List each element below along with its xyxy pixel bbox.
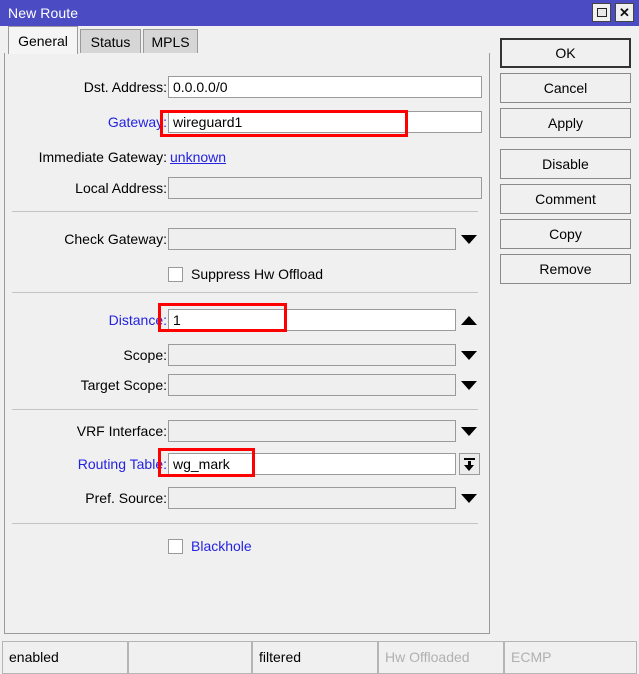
action-button-column: OK Cancel Apply Disable Comment Copy Rem… — [500, 38, 631, 289]
maximize-icon[interactable] — [592, 3, 611, 22]
distance-label: Distance: — [108, 312, 167, 328]
separator-1 — [12, 211, 478, 212]
disable-button[interactable]: Disable — [500, 149, 631, 179]
row-immediate-gateway: Immediate Gateway: unknown — [5, 146, 485, 168]
close-icon[interactable]: ✕ — [615, 3, 634, 22]
close-glyph: ✕ — [619, 5, 630, 20]
status-panel-empty — [128, 641, 252, 674]
routing-table-expand-icon[interactable] — [459, 453, 480, 475]
suppress-hw-offload-label: Suppress Hw Offload — [191, 266, 324, 282]
separator-3 — [12, 409, 478, 410]
suppress-hw-offload-checkbox[interactable] — [168, 266, 183, 282]
check-gateway-chevron-down-icon[interactable] — [461, 235, 477, 244]
expand-bar-glyph — [464, 458, 475, 460]
tab-status[interactable]: Status — [80, 29, 141, 53]
expand-head-glyph — [464, 465, 474, 471]
cancel-button[interactable]: Cancel — [500, 73, 631, 103]
local-address-input[interactable] — [168, 177, 482, 199]
blackhole-checkbox[interactable] — [168, 538, 183, 554]
new-route-dialog: New Route ✕ General Status MPLS Dst. Add… — [0, 0, 639, 674]
row-suppress-hw-offload: Suppress Hw Offload — [168, 264, 323, 284]
general-tab-panel: Dst. Address: 0.0.0.0/0 Gateway: wiregua… — [4, 53, 490, 634]
comment-button[interactable]: Comment — [500, 184, 631, 214]
gateway-label: Gateway: — [107, 114, 167, 130]
tab-mpls[interactable]: MPLS — [143, 29, 198, 53]
pref-source-label: Pref. Source: — [85, 490, 167, 506]
tab-general[interactable]: General — [8, 26, 78, 54]
status-panel-ecmp: ECMP — [504, 641, 637, 674]
scope-input[interactable] — [168, 344, 456, 366]
immediate-gateway-value-link[interactable]: unknown — [170, 146, 226, 168]
maximize-glyph — [596, 8, 607, 17]
window-title: New Route — [8, 5, 79, 21]
status-panel-enabled: enabled — [2, 641, 128, 674]
window-controls: ✕ — [592, 3, 634, 22]
dst-address-input[interactable]: 0.0.0.0/0 — [168, 76, 482, 98]
separator-4 — [12, 523, 478, 524]
gateway-input[interactable]: wireguard1 — [168, 111, 482, 133]
row-target-scope: Target Scope: — [5, 374, 485, 396]
pref-source-chevron-down-icon[interactable] — [461, 494, 477, 503]
vrf-interface-input[interactable] — [168, 420, 456, 442]
check-gateway-input[interactable] — [168, 228, 456, 250]
remove-button[interactable]: Remove — [500, 254, 631, 284]
apply-button[interactable]: Apply — [500, 108, 631, 138]
status-bar: enabled filtered Hw Offloaded ECMP — [0, 641, 639, 674]
local-address-label: Local Address: — [75, 180, 167, 196]
vrf-interface-chevron-down-icon[interactable] — [461, 427, 477, 436]
separator-2 — [12, 292, 478, 293]
panel-divider — [489, 53, 490, 634]
row-local-address: Local Address: — [5, 177, 485, 199]
row-gateway: Gateway: wireguard1 — [5, 111, 485, 133]
target-scope-label: Target Scope: — [80, 377, 167, 393]
immediate-gateway-label: Immediate Gateway: — [38, 149, 167, 165]
status-panel-hw-offloaded: Hw Offloaded — [378, 641, 504, 674]
row-dst-address: Dst. Address: 0.0.0.0/0 — [5, 76, 485, 98]
row-routing-table: Routing Table: wg_mark — [5, 453, 485, 475]
pref-source-input[interactable] — [168, 487, 456, 509]
ok-button[interactable]: OK — [500, 38, 631, 68]
status-panel-filtered: filtered — [252, 641, 378, 674]
routing-table-input[interactable]: wg_mark — [168, 453, 456, 475]
copy-button[interactable]: Copy — [500, 219, 631, 249]
check-gateway-label: Check Gateway: — [64, 231, 167, 247]
blackhole-label: Blackhole — [191, 538, 252, 554]
target-scope-input[interactable] — [168, 374, 456, 396]
scope-chevron-down-icon[interactable] — [461, 351, 477, 360]
row-distance: Distance: 1 — [5, 309, 485, 331]
routing-table-label: Routing Table: — [77, 456, 167, 472]
row-pref-source: Pref. Source: — [5, 487, 485, 509]
scope-label: Scope: — [123, 347, 167, 363]
row-vrf-interface: VRF Interface: — [5, 420, 485, 442]
vrf-interface-label: VRF Interface: — [76, 423, 167, 439]
row-check-gateway: Check Gateway: — [5, 228, 485, 250]
dst-address-label: Dst. Address: — [83, 79, 167, 95]
distance-input[interactable]: 1 — [168, 309, 456, 331]
row-scope: Scope: — [5, 344, 485, 366]
target-scope-chevron-down-icon[interactable] — [461, 381, 477, 390]
row-blackhole: Blackhole — [168, 536, 252, 556]
distance-spinner-up-icon[interactable] — [461, 316, 477, 325]
title-bar: New Route ✕ — [0, 0, 639, 26]
